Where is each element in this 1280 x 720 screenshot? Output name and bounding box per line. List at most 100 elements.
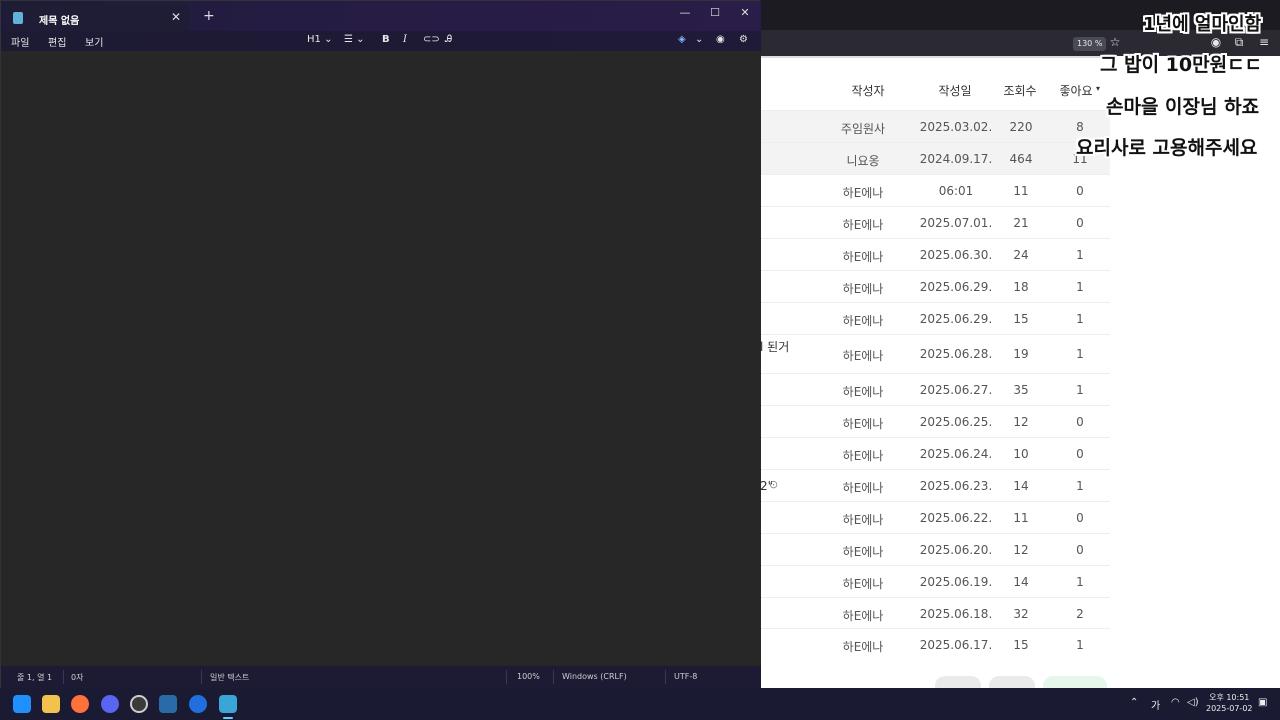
zoom-indicator[interactable]: 130 % xyxy=(1073,37,1107,51)
minimize-button[interactable]: — xyxy=(673,5,697,21)
cell-date: 2025.03.02. xyxy=(919,120,993,134)
cell-date: 2025.06.20. xyxy=(919,543,993,557)
cell-author[interactable]: 하E에나 xyxy=(843,479,884,496)
menu-edit[interactable]: 편집 xyxy=(48,34,66,49)
list-dropdown[interactable]: ☰ ⌄ xyxy=(344,34,365,45)
overlay-caption: 손마을 이장님 하죠 xyxy=(1106,96,1260,118)
cell-likes: 0 xyxy=(1076,184,1084,198)
table-row[interactable]: 하E에나 2025.06.20. 12 0 xyxy=(760,533,1110,565)
table-row[interactable]: 하E에나 2025.06.23. 14 1 xyxy=(760,469,1110,501)
table-row[interactable]: 주임원사 2025.03.02. 220 8 xyxy=(760,110,1110,142)
maximize-button[interactable]: ☐ xyxy=(703,5,727,21)
cell-likes: 1 xyxy=(1076,575,1084,589)
header-views[interactable]: 조회수 xyxy=(1003,82,1036,99)
menu-view[interactable]: 보기 xyxy=(85,34,103,49)
bookmark-star-icon[interactable]: ☆ xyxy=(1108,35,1122,49)
windows-start-icon[interactable] xyxy=(13,695,31,713)
cell-date: 2025.06.18. xyxy=(919,607,993,621)
cell-views: 32 xyxy=(1013,607,1029,621)
table-row[interactable]: 하E에나 2025.06.29. 15 1 xyxy=(760,302,1110,334)
encoding[interactable]: UTF-8 xyxy=(674,672,697,681)
cell-author[interactable]: 하E에나 xyxy=(843,280,884,297)
tab-untitled[interactable]: 제목 없음 ✕ xyxy=(7,4,189,31)
cell-author[interactable]: 니요옹 xyxy=(846,152,879,169)
osu-icon[interactable] xyxy=(130,695,148,713)
table-row[interactable]: 하E에나 2025.06.25. 12 0 xyxy=(760,405,1110,437)
text-editor[interactable] xyxy=(1,51,761,666)
new-tab-button[interactable]: + xyxy=(203,9,215,23)
zoom-level[interactable]: 100% xyxy=(517,672,540,681)
cell-author[interactable]: 하E에나 xyxy=(843,607,884,624)
table-row[interactable]: 하E에나 2025.06.17. 15 1 xyxy=(760,628,1110,660)
cell-author[interactable]: 하E에나 xyxy=(843,347,884,364)
italic-button[interactable]: I xyxy=(403,34,407,45)
steam-icon[interactable] xyxy=(159,695,177,713)
extensions-icon[interactable]: ⧉ xyxy=(1232,35,1246,49)
table-row[interactable]: 하E에나 2025.06.22. 11 0 xyxy=(760,501,1110,533)
header-likes[interactable]: 좋아요 xyxy=(1059,82,1092,99)
cell-author[interactable]: 하E에나 xyxy=(843,312,884,329)
table-row[interactable]: 하E에나 2025.06.29. 18 1 xyxy=(760,270,1110,302)
cell-author[interactable]: 하E에나 xyxy=(843,447,884,464)
cell-author[interactable]: 하E에나 xyxy=(843,575,884,592)
firefox-icon[interactable] xyxy=(71,695,89,713)
status-bar: 줄 1, 열 1 0자 일반 텍스트 100% Windows (CRLF) U… xyxy=(1,666,761,689)
wifi-icon[interactable]: ◠ xyxy=(1171,697,1180,708)
app-icon[interactable] xyxy=(189,695,207,713)
cell-author[interactable]: 하E에나 xyxy=(843,216,884,233)
table-row[interactable]: 하E에나 06:01 11 0 xyxy=(760,174,1110,206)
table-row[interactable]: 하E에나 2025.06.24. 10 0 xyxy=(760,437,1110,469)
text-format[interactable]: 일반 텍스트 xyxy=(210,672,249,683)
discord-icon[interactable] xyxy=(101,695,119,713)
cell-author[interactable]: 주임원사 xyxy=(841,120,885,137)
cell-views: 12 xyxy=(1013,543,1029,557)
cell-author[interactable]: 하E에나 xyxy=(843,638,884,655)
cell-likes: 1 xyxy=(1076,638,1084,652)
heading-dropdown[interactable]: H1 ⌄ xyxy=(307,34,332,45)
bold-button[interactable]: B xyxy=(382,34,390,45)
notepad-window: 제목 없음 ✕ + — ☐ ✕ 파일 편집 보기 H1 ⌄ ☰ ⌄ B I ⊂⊃… xyxy=(0,0,761,689)
cell-author[interactable]: 하E에나 xyxy=(843,184,884,201)
notification-icon[interactable]: ▣ xyxy=(1258,697,1267,708)
sort-caret-icon[interactable]: ▾ xyxy=(1096,84,1100,93)
cell-author[interactable]: 하E에나 xyxy=(843,415,884,432)
chevron-down-icon[interactable]: ⌄ xyxy=(695,34,703,45)
post-title-fragment[interactable]: l 된거 xyxy=(760,338,789,355)
cell-views: 24 xyxy=(1013,248,1029,262)
cell-likes: 8 xyxy=(1076,120,1084,134)
account-icon[interactable]: ◉ xyxy=(716,34,725,45)
table-row[interactable]: 니요옹 2024.09.17. 464 11 xyxy=(760,142,1110,174)
clear-formatting-icon[interactable]: Ꭿ xyxy=(445,34,452,45)
menu-icon[interactable]: ≡ xyxy=(1257,35,1271,49)
cell-author[interactable]: 하E에나 xyxy=(843,383,884,400)
file-explorer-icon[interactable] xyxy=(42,695,60,713)
table-row[interactable]: 하E에나 2025.06.27. 35 1 xyxy=(760,373,1110,405)
header-author[interactable]: 작성자 xyxy=(851,82,884,99)
header-date[interactable]: 작성일 xyxy=(938,82,971,99)
link-icon[interactable]: ⊂⊃ xyxy=(423,34,440,45)
account-icon[interactable]: ◉ xyxy=(1209,35,1223,49)
cell-author[interactable]: 하E에나 xyxy=(843,248,884,265)
cell-likes: 0 xyxy=(1076,543,1084,557)
close-window-button[interactable]: ✕ xyxy=(733,5,757,21)
cell-date: 2025.06.24. xyxy=(919,447,993,461)
ime-indicator[interactable]: 가 xyxy=(1151,697,1160,712)
cell-author[interactable]: 하E에나 xyxy=(843,511,884,528)
line-ending[interactable]: Windows (CRLF) xyxy=(562,672,627,681)
chevron-up-icon[interactable]: ⌃ xyxy=(1130,697,1138,708)
clock[interactable]: 오후 10:51 2025-07-02 xyxy=(1206,692,1253,714)
table-row[interactable]: 하E에나 2025.06.18. 32 2 xyxy=(760,597,1110,629)
volume-icon[interactable]: ◁) xyxy=(1187,697,1199,708)
table-row[interactable]: 하E에나 2025.06.30. 24 1 xyxy=(760,238,1110,270)
table-row[interactable]: 하E에나 2025.06.19. 14 1 xyxy=(760,565,1110,597)
notepad-icon[interactable] xyxy=(219,695,237,713)
heading-label: H1 xyxy=(307,34,321,45)
table-row[interactable]: 하E에나 2025.07.01. 21 0 xyxy=(760,206,1110,238)
cell-date: 2024.09.17. xyxy=(919,152,993,166)
copilot-icon[interactable]: ◈ xyxy=(678,34,686,45)
menu-file[interactable]: 파일 xyxy=(11,34,29,49)
table-row[interactable]: 하E에나 2025.06.28. 19 1 xyxy=(760,334,1110,372)
gear-icon[interactable]: ⚙ xyxy=(739,34,748,45)
cell-author[interactable]: 하E에나 xyxy=(843,543,884,560)
close-tab-icon[interactable]: ✕ xyxy=(171,10,181,24)
